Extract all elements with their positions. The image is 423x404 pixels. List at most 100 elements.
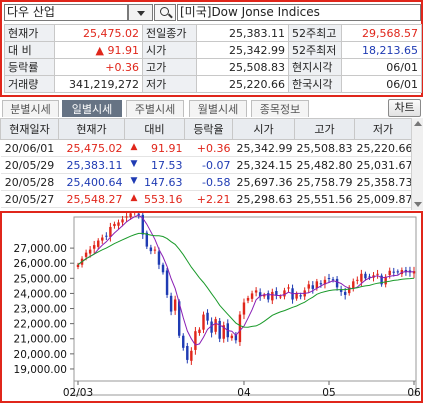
column-header[interactable]: 저가 bbox=[354, 118, 412, 140]
candle-body bbox=[271, 291, 274, 301]
candle-body bbox=[121, 219, 124, 223]
tab-monthly-quotes[interactable]: 월별시세 bbox=[189, 100, 247, 117]
candle-body bbox=[279, 296, 282, 298]
column-header[interactable]: 시가 bbox=[232, 118, 295, 140]
up-arrow-icon: ▲ bbox=[130, 141, 138, 152]
quote-label: 시가 bbox=[142, 41, 197, 59]
candle-body bbox=[392, 271, 395, 273]
quote-label: 현재가 bbox=[4, 24, 55, 42]
candle-body bbox=[246, 297, 250, 301]
candle-body bbox=[182, 335, 185, 348]
candle-body bbox=[327, 278, 331, 280]
quote-value: 25,220.66 bbox=[196, 75, 289, 93]
price-chart[interactable]: 27,000.00 26,000.00 25,000.00 24,000.00 23,0… bbox=[2, 209, 421, 401]
table-row[interactable]: 20/06/01 25,475.02 ▲ 91.91 +0.36 25,342.99 25,… bbox=[0, 139, 412, 157]
candle-body bbox=[295, 293, 298, 299]
quote-value: 25,342.99 bbox=[196, 41, 289, 59]
x-tick-label: 02/03 bbox=[63, 387, 93, 399]
y-tick-label: 26,000.00 bbox=[14, 258, 67, 270]
quote-label: 52주최저 bbox=[288, 41, 342, 59]
chart-button[interactable]: 차트 bbox=[388, 99, 421, 117]
date-cell: 20/05/27 bbox=[0, 190, 59, 208]
candle-body bbox=[161, 264, 165, 273]
candle-body bbox=[84, 252, 88, 257]
y-tick-label: 22,000.00 bbox=[14, 319, 67, 331]
quote-label: 52주최고 bbox=[288, 24, 342, 42]
candle-body bbox=[186, 345, 189, 360]
y-tick-label: 24,000.00 bbox=[14, 288, 67, 300]
candle-body bbox=[169, 295, 173, 312]
y-tick-label: 19,000.00 bbox=[14, 364, 67, 376]
candle-body bbox=[307, 284, 310, 289]
candle-body bbox=[364, 273, 367, 279]
candle-body bbox=[202, 314, 205, 330]
column-header[interactable]: 등락율 bbox=[184, 118, 233, 140]
open-cell: 25,324.15 bbox=[232, 156, 295, 174]
change-cell: ▼ 147.63 bbox=[124, 173, 185, 191]
candle-body bbox=[109, 226, 112, 237]
candle-body bbox=[113, 223, 116, 227]
high-cell: 25,482.80 bbox=[294, 156, 355, 174]
candle-body bbox=[275, 291, 278, 295]
tab-stock-info[interactable]: 종목정보 bbox=[251, 100, 309, 117]
candle-body bbox=[165, 270, 169, 295]
candle-body bbox=[190, 350, 193, 361]
candle-body bbox=[388, 270, 391, 275]
close-cell: 25,383.11 bbox=[58, 156, 125, 174]
symbol-input[interactable]: 다우 산업 bbox=[4, 4, 128, 21]
candle-body bbox=[315, 281, 319, 288]
date-cell: 20/06/01 bbox=[0, 139, 59, 157]
tab-weekly-quotes[interactable]: 주별시세 bbox=[126, 100, 184, 117]
candle-body bbox=[194, 331, 197, 350]
candle-body bbox=[153, 249, 157, 251]
candle-body bbox=[173, 299, 177, 311]
open-cell: 25,298.63 bbox=[232, 190, 295, 208]
quote-label: 등락률 bbox=[4, 58, 55, 76]
close-cell: 25,548.27 bbox=[58, 190, 125, 208]
candle-body bbox=[92, 245, 96, 249]
high-cell: 25,551.56 bbox=[294, 190, 355, 208]
change-value: 91.91 bbox=[151, 141, 183, 155]
candle-body bbox=[230, 335, 234, 339]
candle-body bbox=[157, 251, 161, 265]
low-cell: 25,009.87 bbox=[354, 190, 413, 208]
quote-label: 현지시각 bbox=[288, 58, 342, 76]
y-tick-label: 27,000.00 bbox=[14, 243, 67, 255]
symbol-dropdown-button[interactable] bbox=[128, 4, 153, 21]
change-value: 17.53 bbox=[151, 158, 183, 172]
quote-value: +0.36 bbox=[54, 58, 143, 76]
candle-body bbox=[250, 293, 254, 299]
scroll-down-icon[interactable] bbox=[414, 202, 422, 207]
change-cell: ▲ 91.91 bbox=[124, 139, 185, 157]
table-row[interactable]: 20/05/29 25,383.11 ▼ 17.53 -0.07 25,324.15 25,… bbox=[0, 156, 413, 174]
table-row[interactable]: 20/05/27 25,548.27 ▲ 553.16 +2.21 25,298.63 25… bbox=[0, 190, 413, 208]
quote-value: 25,508.83 bbox=[196, 58, 289, 76]
candle-body bbox=[198, 329, 201, 334]
quote-value: 06/01 bbox=[341, 58, 422, 76]
scroll-up-icon[interactable] bbox=[414, 121, 422, 126]
low-cell: 25,358.73 bbox=[354, 173, 413, 191]
chart-panel: 27,000.00 26,000.00 25,000.00 24,000.00 23,0… bbox=[0, 209, 423, 403]
quote-row: 등락률 +0.36 고가 25,508.83 현지시각 06/01 bbox=[4, 58, 422, 76]
table-row[interactable]: 20/05/28 25,400.64 ▼ 147.63 -0.58 25,697.36 25… bbox=[0, 173, 413, 191]
candle-body bbox=[101, 237, 104, 241]
candle-body bbox=[343, 291, 347, 295]
column-header[interactable]: 현재가 bbox=[58, 118, 125, 140]
column-header[interactable]: 고가 bbox=[294, 118, 355, 140]
search-button[interactable] bbox=[154, 4, 176, 21]
quote-value: 29,568.57 bbox=[341, 24, 422, 42]
column-header[interactable]: 현재일자 bbox=[0, 118, 59, 140]
quote-panel: 다우 산업 [미국]Dow Jonse Indices 현재가 25,475.02… bbox=[0, 0, 423, 97]
change-cell: ▼ 17.53 bbox=[124, 156, 185, 174]
candle-body bbox=[125, 216, 128, 218]
grid-scrollbar[interactable] bbox=[411, 118, 423, 210]
tab-minute-quotes[interactable]: 분별시세 bbox=[2, 100, 59, 117]
tab-daily-quotes[interactable]: 일별시세 bbox=[62, 100, 122, 117]
rate-cell: -0.58 bbox=[184, 173, 233, 191]
low-cell: 25,031.67 bbox=[354, 156, 413, 174]
change-value: 553.16 bbox=[144, 192, 183, 206]
column-header[interactable]: 대비 bbox=[124, 118, 185, 140]
down-arrow-icon: ▼ bbox=[130, 175, 138, 186]
open-cell: 25,342.99 bbox=[232, 139, 295, 157]
high-cell: 25,758.79 bbox=[294, 173, 355, 191]
